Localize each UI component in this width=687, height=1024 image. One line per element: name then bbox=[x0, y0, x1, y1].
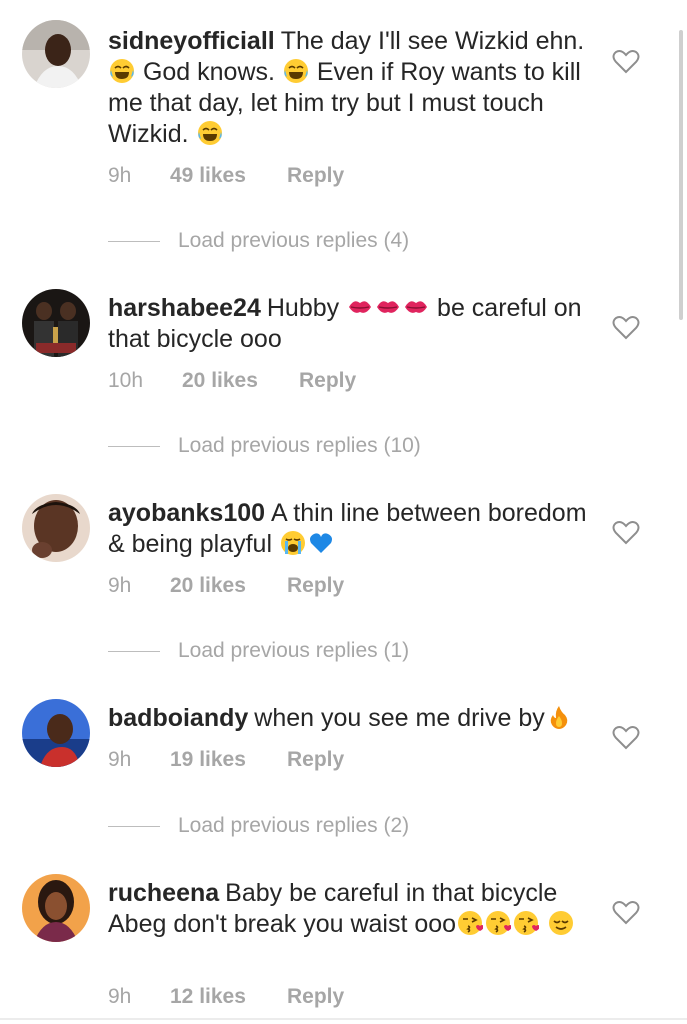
comment-body: Hubby bbox=[266, 294, 347, 322]
face-blowing-a-kiss-icon bbox=[513, 910, 540, 936]
comment-username[interactable]: sidneyofficiall bbox=[108, 27, 275, 55]
comment-item: sidneyofficiall The day I'll see Wizkid e… bbox=[0, 0, 677, 260]
face-blowing-a-kiss-icon bbox=[485, 910, 512, 936]
comment-body: when you see me drive by bbox=[254, 704, 545, 732]
load-previous-replies[interactable]: Load previous replies (10) bbox=[108, 432, 421, 460]
face-with-tears-of-joy-icon bbox=[283, 58, 309, 84]
comment-text: rucheena Baby be careful in that bicycle … bbox=[108, 878, 608, 940]
comment-time: 9h bbox=[108, 574, 132, 597]
comment-text: sidneyofficiall The day I'll see Wizkid e… bbox=[108, 26, 608, 150]
divider bbox=[108, 240, 160, 242]
comment-time: 9h bbox=[108, 164, 132, 187]
comment-meta: 10h 20 likes Reply bbox=[108, 367, 356, 395]
loudly-crying-face-icon bbox=[280, 530, 306, 556]
scrollbar-track[interactable] bbox=[677, 0, 687, 1024]
likes-count[interactable]: 19 likes bbox=[170, 748, 287, 772]
reply-button[interactable]: Reply bbox=[287, 985, 344, 1009]
face-blowing-a-kiss-icon bbox=[457, 910, 484, 936]
like-heart-icon[interactable] bbox=[612, 48, 640, 74]
comment-time: 10h bbox=[108, 369, 144, 392]
comment-time: 9h bbox=[108, 985, 132, 1008]
comment-item: harshabee24 Hubby be careful on that bicy… bbox=[0, 260, 677, 465]
avatar[interactable] bbox=[22, 874, 90, 942]
comment-time: 9h bbox=[108, 748, 132, 771]
avatar[interactable] bbox=[22, 494, 90, 562]
divider bbox=[108, 825, 160, 827]
comment-body: The day I'll see Wizkid ehn. bbox=[280, 27, 585, 55]
like-heart-icon[interactable] bbox=[612, 519, 640, 545]
bottom-divider bbox=[0, 1018, 687, 1020]
comment-item: ayobanks100 A thin line between boredom &… bbox=[0, 465, 677, 670]
load-replies-label[interactable]: Load previous replies (10) bbox=[178, 434, 421, 458]
comment-text: ayobanks100 A thin line between boredom &… bbox=[108, 498, 608, 560]
load-previous-replies[interactable]: Load previous replies (1) bbox=[108, 637, 409, 665]
load-replies-label[interactable]: Load previous replies (4) bbox=[178, 229, 409, 253]
kiss-mark-icon bbox=[348, 300, 372, 314]
kiss-mark-icon bbox=[376, 300, 400, 314]
comment-username[interactable]: badboiandy bbox=[108, 704, 248, 732]
like-heart-icon[interactable] bbox=[612, 899, 640, 925]
comment-item: badboiandy when you see me drive by 9h 19… bbox=[0, 670, 677, 845]
scrollbar-thumb[interactable] bbox=[679, 30, 683, 320]
comment-meta: 9h 49 likes Reply bbox=[108, 162, 344, 190]
comment-username[interactable]: rucheena bbox=[108, 879, 219, 907]
blue-heart-icon bbox=[309, 533, 332, 553]
like-heart-icon[interactable] bbox=[612, 314, 640, 340]
load-previous-replies[interactable]: Load previous replies (4) bbox=[108, 227, 409, 255]
comment-meta: 9h 19 likes Reply bbox=[108, 746, 344, 774]
load-replies-label[interactable]: Load previous replies (2) bbox=[178, 814, 409, 838]
comment-text: badboiandy when you see me drive by bbox=[108, 703, 628, 734]
kiss-mark-icon bbox=[404, 300, 428, 314]
load-replies-label[interactable]: Load previous replies (1) bbox=[178, 639, 409, 663]
comment-item: rucheena Baby be careful in that bicycle … bbox=[0, 845, 677, 1020]
likes-count[interactable]: 49 likes bbox=[170, 164, 287, 188]
comment-username[interactable]: harshabee24 bbox=[108, 294, 261, 322]
comment-meta: 9h 12 likes Reply bbox=[108, 983, 344, 1011]
divider bbox=[108, 650, 160, 652]
likes-count[interactable]: 20 likes bbox=[182, 369, 299, 393]
likes-count[interactable]: 12 likes bbox=[170, 985, 287, 1009]
avatar[interactable] bbox=[22, 289, 90, 357]
reply-button[interactable]: Reply bbox=[287, 748, 344, 772]
like-heart-icon[interactable] bbox=[612, 724, 640, 750]
reply-button[interactable]: Reply bbox=[299, 369, 356, 393]
load-previous-replies[interactable]: Load previous replies (2) bbox=[108, 812, 409, 840]
face-with-tears-of-joy-icon bbox=[196, 120, 223, 146]
comment-meta: 9h 20 likes Reply bbox=[108, 572, 344, 600]
reply-button[interactable]: Reply bbox=[287, 164, 344, 188]
avatar[interactable] bbox=[22, 699, 90, 767]
face-with-tears-of-joy-icon bbox=[109, 58, 135, 84]
fire-icon bbox=[550, 706, 568, 729]
comment-username[interactable]: ayobanks100 bbox=[108, 499, 265, 527]
relieved-face-icon bbox=[548, 910, 574, 936]
comment-body: God knows. bbox=[136, 58, 282, 86]
comment-text: harshabee24 Hubby be careful on that bicy… bbox=[108, 293, 608, 355]
reply-button[interactable]: Reply bbox=[287, 574, 344, 598]
likes-count[interactable]: 20 likes bbox=[170, 574, 287, 598]
divider bbox=[108, 445, 160, 447]
avatar[interactable] bbox=[22, 20, 90, 88]
